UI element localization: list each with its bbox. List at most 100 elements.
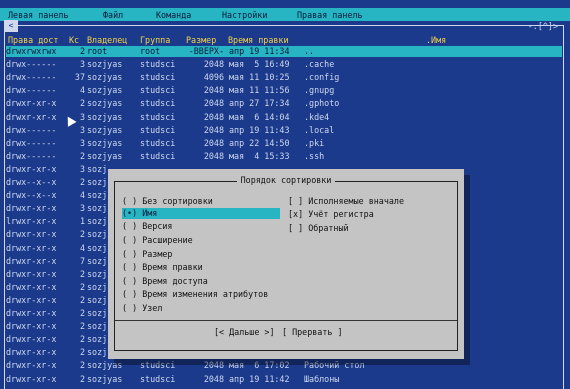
cancel-button[interactable]: [ Прервать ]: [282, 327, 343, 337]
cell-owner: sozjyas: [87, 85, 123, 96]
sort-option-inode[interactable]: ( ) Узел: [122, 303, 162, 314]
cell-name: .config: [304, 72, 340, 83]
header-mtime[interactable]: Время правки: [228, 35, 289, 45]
sort-option-unsorted[interactable]: ( ) Без сортировки: [122, 196, 213, 207]
menu-file[interactable]: Файл: [103, 10, 123, 20]
sort-option-atime[interactable]: ( ) Время доступа: [122, 276, 208, 287]
checkbox-executables-first[interactable]: [ ] Исполняемые вначале: [288, 196, 404, 207]
cell-permissions: drwx------: [6, 137, 57, 148]
cell-links: 1: [79, 216, 85, 227]
cell-owner: sozjyas: [87, 360, 123, 371]
file-row[interactable]: drwxr-xr-x 2 sozjyas studsci 2048 апр 19 11:4…: [6, 374, 562, 385]
cell-permissions: drwxrwxrwx: [6, 46, 57, 56]
file-row[interactable]: drwx------ 4 sozjyas studsci 2048 мая 11 11:5…: [6, 85, 562, 96]
cell-owner: sozj: [87, 203, 108, 214]
file-row-selected[interactable]: drwxrwxrwx 2 root root -ВВЕРХ-апр 19 11:34..: [6, 46, 562, 57]
checkbox-reverse[interactable]: [ ] Обратный: [288, 223, 349, 234]
cell-owner: sozjyas: [87, 59, 123, 70]
cell-owner: sozj: [87, 255, 108, 266]
cell-owner: sozj: [87, 242, 108, 253]
cell-mtime: мая 11 10:25: [229, 72, 290, 83]
cell-permissions: drwxr-xr-x: [6, 98, 57, 109]
file-row[interactable]: drwx------ 3 sozjyas studsci 2048 апр 22 14:5…: [6, 138, 562, 149]
cell-owner: sozj: [87, 190, 108, 201]
menu-command[interactable]: Команда: [156, 10, 191, 20]
cell-links: 37: [74, 72, 85, 83]
cell-owner: sozj: [87, 216, 108, 227]
ok-button[interactable]: [< Дальше >]: [214, 327, 275, 337]
cell-permissions: drwxr-xr-x: [6, 347, 57, 358]
cell-links: 2: [79, 308, 85, 318]
panel-column-header: Права дост Кс Владелец Группа Размер Вре…: [6, 35, 562, 46]
cell-permissions: drwxr-xr-x: [6, 255, 57, 266]
cell-mtime: апр 19 11:42: [229, 373, 290, 384]
cell-owner: sozj: [87, 281, 108, 292]
header-name[interactable]: .Имя: [426, 35, 446, 45]
cell-permissions: drwx------: [6, 59, 57, 70]
panel-size-indicator[interactable]: -.[^]>: [528, 21, 558, 31]
dialog-title: Порядок сортировки: [108, 175, 464, 185]
cell-permissions: drwxr-xr-x: [6, 308, 57, 318]
sort-option-size[interactable]: ( ) Размер: [122, 249, 172, 260]
cell-name: .ssh: [304, 150, 325, 161]
cell-name: .cache: [304, 59, 335, 70]
cell-owner: sozjyas: [87, 72, 123, 83]
cell-owner: root: [87, 46, 108, 56]
cell-links: 4: [79, 85, 85, 96]
cell-links: 3: [79, 124, 85, 135]
header-permissions[interactable]: Права дост: [8, 35, 58, 45]
cell-permissions: drwxr-xr-x: [6, 268, 57, 279]
cell-permissions: drwxr-xr-x: [6, 203, 57, 214]
sort-option-version[interactable]: ( ) Версия: [122, 221, 172, 232]
cell-links: 3: [79, 163, 85, 174]
menu-right-panel[interactable]: Правая панель: [297, 10, 363, 20]
cell-mtime: апр 19 11:34: [229, 46, 290, 56]
cell-permissions: drwx--x--x: [6, 190, 57, 201]
cell-owner: sozjyas: [87, 373, 123, 384]
cell-permissions: drwxr-xr-x: [6, 229, 57, 240]
cell-permissions: drwx------: [6, 72, 57, 83]
cell-size: -ВВЕРХ-: [188, 46, 224, 56]
cell-name: .local: [304, 124, 335, 135]
file-row[interactable]: drwxr-xr-x 2 sozjyas studsci 2048 мая 6 17:02…: [6, 360, 562, 371]
checkbox-case-sensitive[interactable]: [x] Учёт регистра: [288, 209, 374, 220]
menu-left-panel[interactable]: Левая панель: [8, 10, 69, 20]
cell-name: .pki: [304, 137, 325, 148]
cell-size: 2048: [203, 150, 224, 161]
sort-option-name[interactable]: (•) Имя: [122, 208, 280, 219]
header-group[interactable]: Группа: [140, 35, 170, 45]
cell-links: 3: [79, 203, 85, 214]
file-row[interactable]: drwx------ 3 sozjyas studsci 2048 апр 19 11:4…: [6, 125, 562, 136]
cell-name: Шаблоны: [304, 373, 340, 384]
cell-size: 2048: [203, 111, 224, 122]
cell-owner: sozjyas: [87, 137, 123, 148]
panel-history-button[interactable]: <: [4, 20, 18, 32]
cell-permissions: drwxr-xr-x: [6, 163, 57, 174]
header-size[interactable]: Размер: [186, 35, 216, 45]
sort-option-ctime[interactable]: ( ) Время изменения атрибутов: [122, 289, 268, 300]
cell-permissions: drwxr-xr-x: [6, 360, 57, 371]
sort-option-mtime[interactable]: ( ) Время правки: [122, 262, 203, 273]
sort-option-extension[interactable]: ( ) Расширение: [122, 235, 193, 246]
cell-group: studsci: [140, 124, 176, 135]
cell-links: 2: [79, 268, 85, 279]
file-row[interactable]: drwx------ 37 sozjyas studsci 4096 мая 11 10:…: [6, 72, 562, 83]
cell-group: studsci: [140, 98, 176, 109]
cell-owner: sozj: [87, 268, 108, 279]
cell-links: 2: [79, 334, 85, 345]
file-row[interactable]: drwxr-xr-x 3 sozjyas studsci 2048 мая 6 14:04…: [6, 112, 562, 123]
cell-links: 3: [79, 59, 85, 70]
cell-mtime: мая 11 11:56: [229, 85, 290, 96]
file-row[interactable]: drwxr-xr-x 2 sozjyas studsci 2048 апр 27 17:3…: [6, 98, 562, 109]
cell-links: 2: [79, 46, 85, 56]
cell-links: 2: [79, 177, 85, 187]
cell-owner: sozj: [87, 163, 108, 174]
file-row[interactable]: drwx------ 3 sozjyas studsci 2048 мая 5 16:49…: [6, 59, 562, 70]
menu-settings[interactable]: Настройки: [222, 10, 267, 20]
cell-owner: sozj: [87, 347, 108, 358]
file-row[interactable]: drwx------ 2 sozjyas studsci 2048 мая 4 15:33…: [6, 151, 562, 162]
header-owner[interactable]: Владелец: [87, 35, 127, 45]
header-links[interactable]: Кс: [69, 35, 79, 45]
cell-group: studsci: [140, 360, 176, 371]
cell-permissions: drwx------: [6, 150, 57, 161]
